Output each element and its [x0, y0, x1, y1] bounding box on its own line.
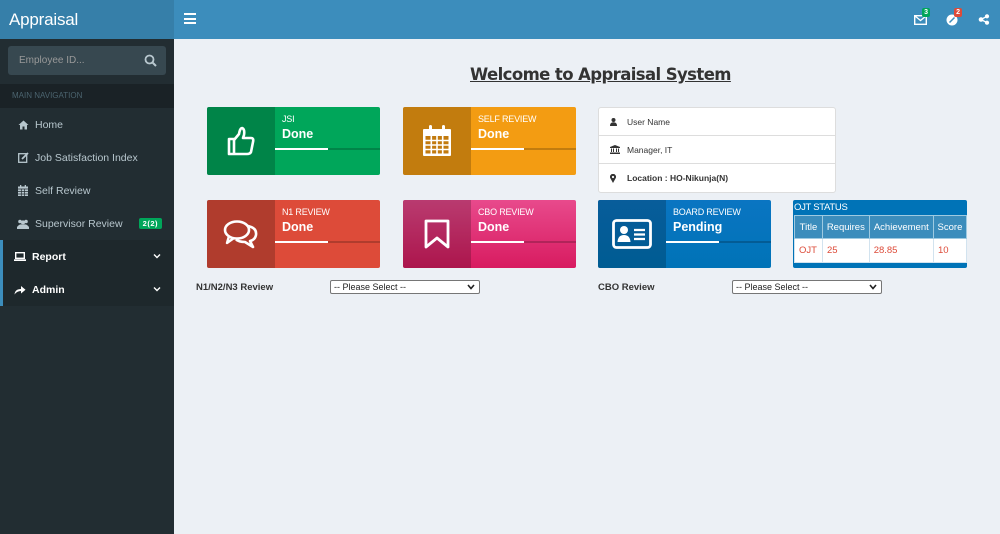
card-progress	[471, 241, 576, 243]
sidebar-item-self-review[interactable]: Self Review	[0, 174, 174, 207]
top-navbar: 3 2	[174, 0, 1000, 39]
sidebar-item-report[interactable]: Report	[0, 240, 174, 273]
home-icon	[17, 119, 29, 131]
user-name-row: User Name	[599, 108, 835, 136]
search-icon[interactable]	[144, 54, 157, 67]
n1-review-status-card[interactable]: N1 REVIEW Done	[207, 200, 380, 268]
page-title: Welcome to Appraisal System	[470, 65, 731, 84]
card-progress-bar	[275, 241, 328, 243]
card-status: Done	[282, 220, 314, 234]
card-label: SELF REVIEW	[478, 114, 537, 124]
table-cell: 28.85	[868, 238, 934, 263]
thumbs-up-icon	[207, 107, 275, 175]
self-review-status-card[interactable]: SELF REVIEW Done	[403, 107, 576, 175]
card-status: Done	[478, 127, 510, 141]
card-label: N1 REVIEW	[282, 207, 330, 217]
user-location-row: Location : HO-Nikunja(N)	[599, 164, 835, 192]
user-location: Location : HO-Nikunja(N)	[627, 173, 729, 183]
main-content: Welcome to Appraisal System JSI Done SEL…	[174, 39, 1000, 534]
bookmark-icon	[403, 200, 471, 268]
table-cell: OJT	[794, 238, 823, 263]
id-card-icon	[598, 200, 666, 268]
board-review-status-card[interactable]: BOARD REVIEW Pending	[598, 200, 771, 268]
users-icon	[17, 218, 29, 230]
chevron-down-icon	[467, 284, 475, 290]
cbo-review-status-card[interactable]: CBO REVIEW Done	[403, 200, 576, 268]
sidebar-item-label: Self Review	[35, 184, 91, 197]
chevron-down-icon	[153, 287, 161, 292]
sidebar-item-admin[interactable]: Admin	[0, 273, 174, 306]
ojt-status-panel: OJT STATUS Title Requires Achievement Sc…	[793, 200, 967, 268]
column-header: Title	[794, 215, 823, 239]
sidebar-item-supervisor-review[interactable]: Supervisor Review 2(2)	[0, 207, 174, 240]
card-progress	[275, 241, 380, 243]
column-header: Achievement	[868, 215, 934, 239]
card-progress	[275, 148, 380, 150]
sidebar-item-label: Admin	[32, 283, 65, 296]
tasks-count-badge: 2	[954, 8, 962, 17]
sidebar-toggle-icon[interactable]	[184, 13, 196, 24]
card-progress-bar	[666, 241, 719, 243]
navbar-icons: 3 2	[904, 0, 1000, 39]
card-progress	[666, 241, 771, 243]
ojt-status-title: OJT STATUS	[794, 202, 848, 213]
user-designation: Manager, IT	[627, 144, 673, 155]
share-alt-icon	[978, 14, 990, 25]
sidebar-search-form	[8, 46, 166, 75]
comments-icon	[207, 200, 275, 268]
control-sidebar-button[interactable]	[968, 0, 1000, 39]
table-row: OJT 25 28.85 10	[794, 238, 967, 263]
sidebar-item-label: Report	[32, 250, 66, 263]
table-header-row: Title Requires Achievement Score	[794, 215, 967, 239]
app-logo[interactable]: Appraisal	[0, 0, 174, 39]
chevron-down-icon	[869, 284, 877, 290]
table-cell: 25	[821, 238, 870, 263]
column-header: Score	[932, 215, 967, 239]
user-designation-row: Manager, IT	[599, 136, 835, 164]
share-icon	[14, 284, 26, 296]
sidebar-item-label: Supervisor Review	[35, 217, 123, 230]
main-navigation-header: MAIN NAVIGATION	[0, 84, 174, 108]
cbo-review-label: CBO Review	[598, 282, 655, 293]
sidebar-item-label: Home	[35, 118, 64, 131]
card-label: BOARD REVIEW	[673, 207, 741, 217]
institution-icon	[610, 145, 620, 155]
table-cell: 10	[932, 238, 967, 263]
n1-n2-n3-review-label: N1/N2/N3 Review	[196, 282, 274, 293]
edit-icon	[17, 152, 29, 164]
calendar-icon	[17, 185, 29, 197]
select-value: -- Please Select --	[736, 282, 809, 292]
column-header: Requires	[821, 215, 870, 239]
messages-button[interactable]: 3	[904, 0, 936, 39]
card-status: Done	[282, 127, 314, 141]
user-icon	[610, 117, 620, 127]
select-value: -- Please Select --	[334, 282, 407, 292]
calendar-icon	[403, 107, 471, 175]
messages-count-badge: 3	[922, 8, 930, 17]
chevron-down-icon	[153, 254, 161, 259]
map-marker-icon	[610, 173, 620, 183]
card-progress-bar	[471, 148, 524, 150]
ojt-status-table: Title Requires Achievement Score OJT 25 …	[794, 215, 967, 263]
tasks-button[interactable]: 2	[936, 0, 968, 39]
supervisor-review-badge: 2(2)	[138, 218, 162, 229]
user-info-panel: User Name Manager, IT Location : HO-Niku…	[598, 107, 836, 193]
sidebar-item-label: Job Satisfaction Index	[35, 151, 138, 164]
card-status: Pending	[673, 220, 723, 234]
card-progress-bar	[471, 241, 524, 243]
n1-n2-n3-review-select[interactable]: -- Please Select --	[330, 280, 480, 294]
employee-id-search-input[interactable]	[8, 55, 128, 66]
laptop-icon	[14, 251, 26, 263]
card-label: JSI	[282, 114, 295, 124]
card-status: Done	[478, 220, 510, 234]
user-name: User Name	[627, 116, 670, 127]
card-label: CBO REVIEW	[478, 207, 534, 217]
card-progress	[471, 148, 576, 150]
sidebar: MAIN NAVIGATION Home Job Satisfaction In…	[0, 39, 174, 534]
card-progress-bar	[275, 148, 328, 150]
sidebar-item-job-satisfaction-index[interactable]: Job Satisfaction Index	[0, 141, 174, 174]
cbo-review-select[interactable]: -- Please Select --	[732, 280, 882, 294]
sidebar-item-home[interactable]: Home	[0, 108, 174, 141]
jsi-status-card[interactable]: JSI Done	[207, 107, 380, 175]
